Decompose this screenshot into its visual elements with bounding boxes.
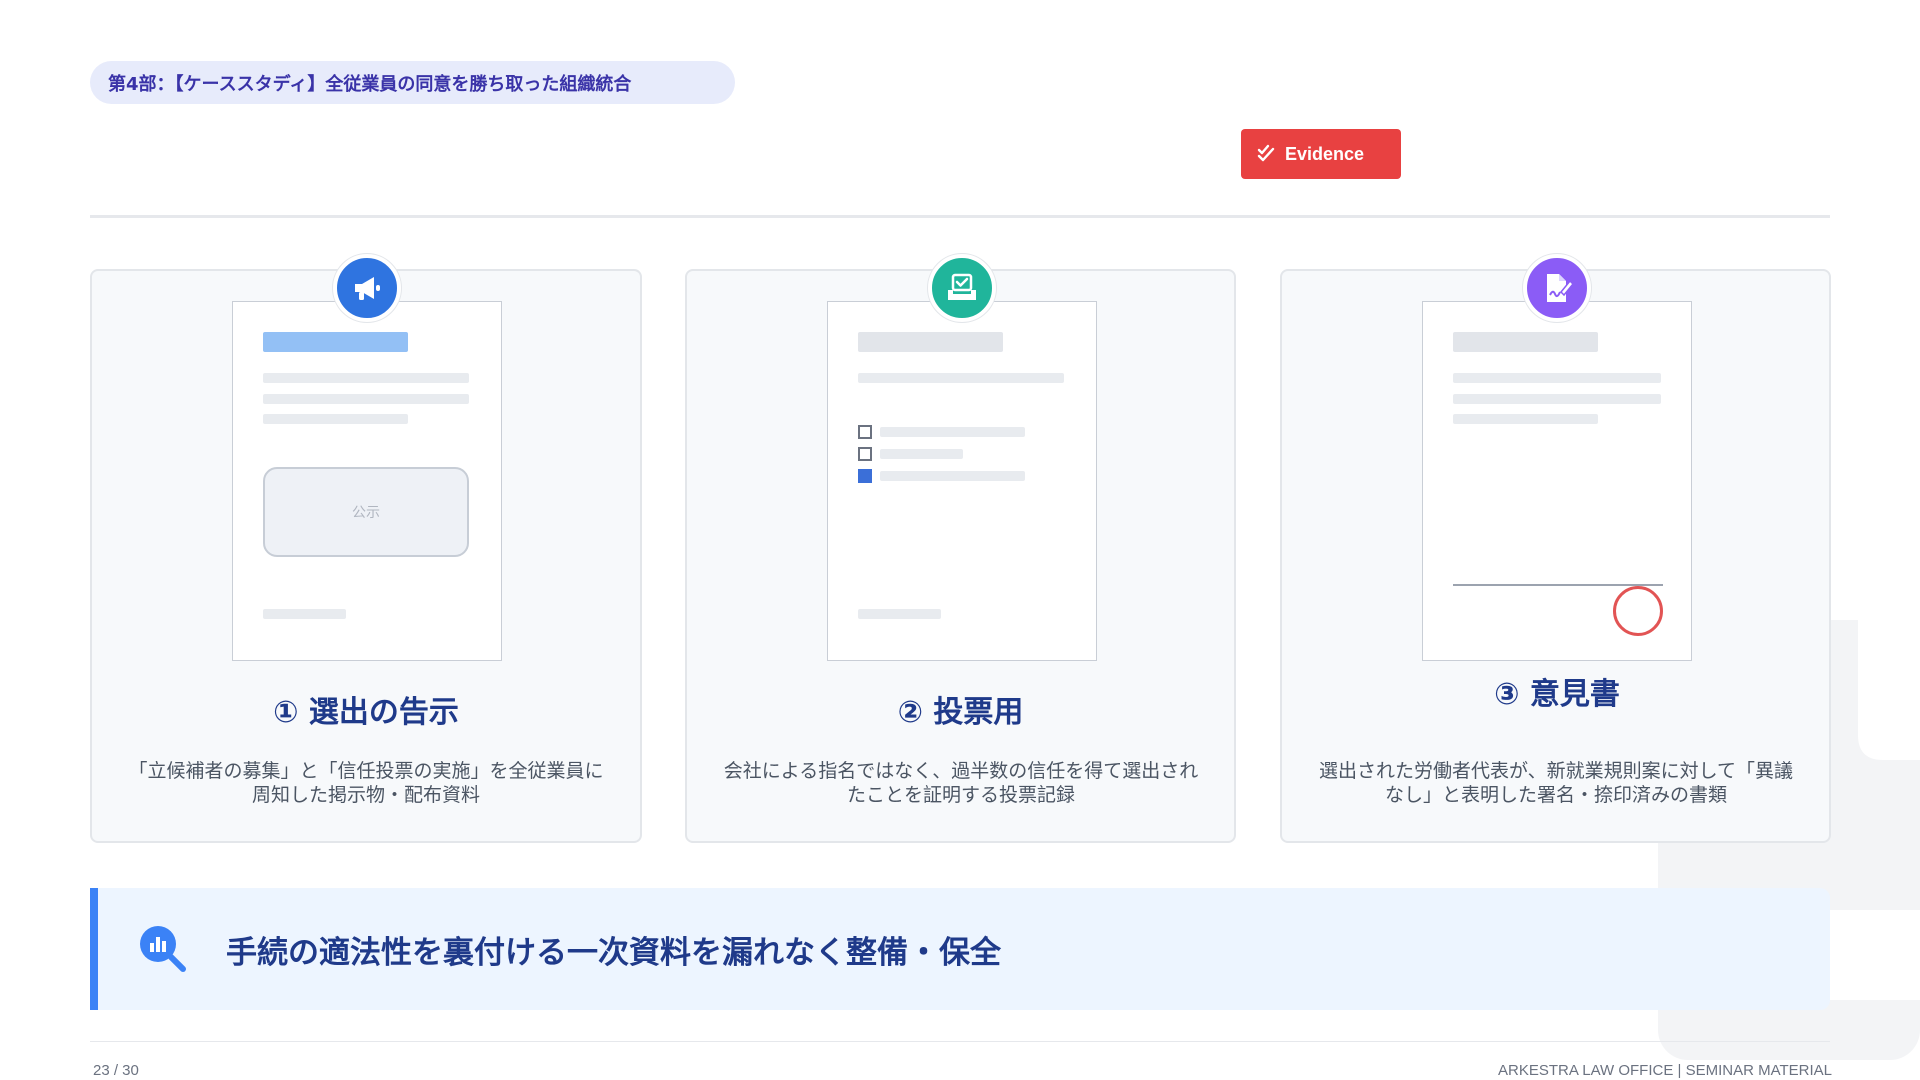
doc-heading-bar [1453,332,1598,352]
document-illustration: 公示 [232,301,502,661]
doc-line [880,471,1025,481]
doc-line [858,609,941,619]
checkbox-checked [858,469,872,483]
card-description: 会社による指名ではなく、過半数の信任を得て選出されたことを証明する投票記録 [723,760,1199,806]
summary-banner: 手続の適法性を裏付ける一次資料を漏れなく整備・保全 [90,888,1830,1010]
double-check-icon [1257,144,1275,162]
doc-line [1453,394,1661,404]
section-label: 第4部：【ケーススタディ】全従業員の同意を勝ち取った組織統合 [90,61,735,104]
doc-line [1453,414,1598,424]
doc-line [263,373,469,383]
seal-stamp [1613,586,1663,636]
notice-stamp-text: 公示 [352,505,380,521]
page-number: 23 / 30 [93,1062,139,1079]
card-title: ② 投票用 [897,695,1024,730]
checkbox-empty [858,425,872,439]
card-ballot: ② 投票用 会社による指名ではなく、過半数の信任を得て選出されたことを証明する投… [685,254,1236,843]
card-selection-notice: 公示 ① 選出の告示 「立候補者の募集」と「信任投票の実施」を全従業員に周知した… [90,254,642,843]
header-divider [90,215,1830,218]
signed-document-icon [1523,254,1591,322]
card-description: 選出された労働者代表が、新就業規則案に対して「異議なし」と表明した署名・捺印済み… [1318,760,1794,806]
card-title: ③ 意見書 [1494,677,1620,712]
footer-credit: ARKESTRA LAW OFFICE | SEMINAR MATERIAL [1498,1062,1832,1079]
banner-text: 手続の適法性を裏付ける一次資料を漏れなく整備・保全 [226,934,1001,971]
document-illustration [1422,301,1692,661]
doc-line [263,394,469,404]
card-opinion-letter: ③ 意見書 選出された労働者代表が、新就業規則案に対して「異議なし」と表明した署… [1280,254,1831,843]
document-illustration [827,301,1097,661]
magnifier-chart-icon [140,926,186,972]
doc-heading-bar [858,332,1003,352]
card-description: 「立候補者の募集」と「信任投票の実施」を全従業員に周知した掲示物・配布資料 [128,760,604,806]
footer-divider [90,1041,1830,1042]
doc-line [858,373,1064,383]
doc-line [880,449,963,459]
doc-line [263,609,346,619]
card-title: ① 選出の告示 [273,695,459,730]
doc-heading-bar [263,332,408,352]
ballot-box-icon [928,254,996,322]
doc-line [263,414,408,424]
evidence-label: Evidence [1285,143,1365,164]
checkbox-empty [858,447,872,461]
doc-line [1453,373,1661,383]
notice-stamp-box: 公示 [263,467,469,557]
megaphone-icon [333,254,401,322]
evidence-badge: Evidence [1241,129,1401,179]
doc-line [880,427,1025,437]
